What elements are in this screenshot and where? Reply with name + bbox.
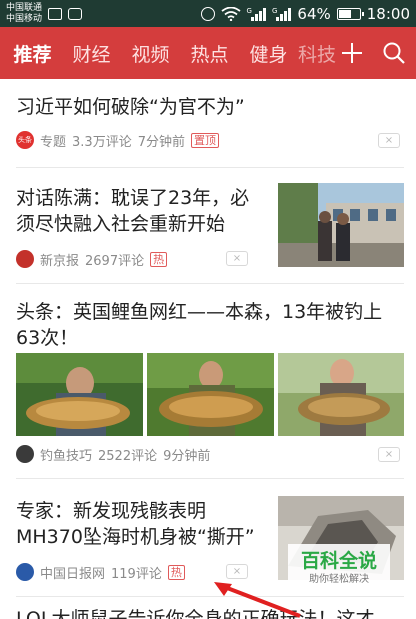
article-comments: 3.3万评论 bbox=[72, 134, 132, 150]
alarm-icon bbox=[200, 6, 215, 21]
article-image-3b[interactable] bbox=[147, 353, 274, 436]
carrier-names: 中国联通 中国移动 bbox=[6, 3, 42, 25]
tab-video[interactable]: 视频 bbox=[121, 40, 180, 67]
title-line: 须尽快融入社会重新开始 bbox=[16, 213, 226, 235]
carrier-1: 中国联通 bbox=[6, 2, 43, 13]
toutiao-badge: 头条 bbox=[16, 131, 34, 149]
title-line: MH370坠海时机身被“撕开” bbox=[16, 526, 255, 548]
divider bbox=[16, 478, 404, 479]
signal-1-label: G bbox=[246, 6, 252, 15]
image-notification-icon bbox=[48, 7, 63, 20]
source-logo-icon bbox=[16, 445, 34, 463]
article-image-3a[interactable] bbox=[16, 353, 143, 436]
signal-2-icon: G bbox=[271, 6, 292, 21]
dislike-button[interactable]: × bbox=[226, 251, 248, 266]
article-source[interactable]: 专题 bbox=[40, 131, 66, 150]
dislike-button[interactable]: × bbox=[378, 447, 400, 462]
signal-2-label: G bbox=[271, 6, 278, 15]
article-comments: 119评论 bbox=[111, 566, 162, 582]
street-photo bbox=[278, 183, 404, 267]
article-source[interactable]: 新京报 bbox=[40, 250, 79, 269]
tab-finance[interactable]: 财经 bbox=[62, 40, 121, 67]
article-title-3[interactable]: 头条：英国鲤鱼网红——本森，13年被钓上 63次！ bbox=[16, 299, 382, 351]
article-time: 7分钟前 bbox=[137, 134, 185, 150]
article-meta-4: 中国日报网 119评论 热 bbox=[16, 563, 185, 582]
dislike-button[interactable]: × bbox=[226, 564, 248, 579]
battery-fill bbox=[338, 9, 351, 18]
wifi-icon bbox=[220, 6, 241, 21]
article-title-1[interactable]: 习近平如何破除“为官不为” bbox=[16, 94, 245, 120]
article-comments: 2697评论 bbox=[85, 253, 145, 269]
tab-hot[interactable]: 热点 bbox=[180, 40, 239, 67]
clock: 18:00 bbox=[366, 4, 410, 23]
article-time: 9分钟前 bbox=[163, 448, 211, 464]
hot-tag: 热 bbox=[167, 564, 185, 580]
search-icon[interactable] bbox=[382, 41, 406, 65]
channel-tabs: 推荐 财经 视频 热点 健身 科技 bbox=[0, 27, 338, 79]
article-meta-2: 新京报 2697评论 热 bbox=[16, 250, 168, 269]
title-line: 头条：英国鲤鱼网红——本森，13年被钓上 bbox=[16, 301, 383, 323]
title-line: 对话陈满：耽误了23年，必 bbox=[16, 187, 250, 209]
tab-fitness[interactable]: 健身 bbox=[239, 40, 298, 67]
battery-icon bbox=[336, 7, 364, 20]
watermark-logo: 百科全说 助你轻松解决 bbox=[288, 544, 390, 594]
status-left-icons bbox=[48, 7, 83, 20]
watermark-title: 百科全说 bbox=[300, 550, 377, 572]
signal-1-icon: G bbox=[247, 7, 266, 21]
fish-photo bbox=[147, 353, 274, 436]
pinned-tag: 置顶 bbox=[190, 132, 219, 148]
status-bar: 中国联通 中国移动 G G 64% 18:00 bbox=[0, 0, 416, 27]
article-title-4[interactable]: 专家：新发现残骸表明 MH370坠海时机身被“撕开” bbox=[16, 498, 255, 550]
article-meta-1: 头条 专题 3.3万评论 7分钟前 置顶 bbox=[16, 131, 219, 150]
dislike-button[interactable]: × bbox=[378, 133, 400, 148]
tab-recommend[interactable]: 推荐 bbox=[3, 40, 62, 67]
article-comments: 2522评论 bbox=[98, 448, 158, 464]
title-line: 63次！ bbox=[16, 327, 79, 349]
battery-percent: 64% bbox=[297, 4, 331, 23]
article-title-2[interactable]: 对话陈满：耽误了23年，必 须尽快融入社会重新开始 bbox=[16, 185, 249, 237]
divider bbox=[16, 167, 404, 168]
status-right: G G 64% 18:00 bbox=[200, 0, 410, 27]
article-title-5[interactable]: LOL大师鼠子告诉你全身的正确玩法！这才 bbox=[16, 606, 374, 619]
article-source[interactable]: 钓鱼技巧 bbox=[40, 445, 92, 464]
notification-icon bbox=[68, 7, 83, 20]
fish-photo bbox=[278, 353, 404, 436]
carrier-2: 中国移动 bbox=[6, 13, 43, 24]
fish-photo bbox=[16, 353, 143, 436]
source-logo-icon bbox=[16, 563, 34, 581]
channel-nav: 推荐 财经 视频 热点 健身 科技 bbox=[0, 27, 416, 79]
article-source[interactable]: 中国日报网 bbox=[40, 563, 105, 582]
title-line: 专家：新发现残骸表明 bbox=[16, 500, 207, 522]
divider bbox=[16, 283, 404, 284]
hot-tag: 热 bbox=[150, 251, 168, 267]
article-image-3c[interactable] bbox=[278, 353, 404, 436]
article-meta-3: 钓鱼技巧 2522评论 9分钟前 bbox=[16, 445, 211, 464]
tab-tech[interactable]: 科技 bbox=[298, 40, 338, 67]
app-screen: 中国联通 中国移动 G G 64% 18:00 推荐 财经 视频 热点 健身 科… bbox=[0, 0, 416, 619]
source-logo-icon bbox=[16, 250, 34, 268]
article-thumbnail-2[interactable] bbox=[278, 183, 404, 267]
add-channel-button[interactable] bbox=[338, 39, 366, 67]
watermark-subtitle: 助你轻松解决 bbox=[309, 574, 369, 585]
